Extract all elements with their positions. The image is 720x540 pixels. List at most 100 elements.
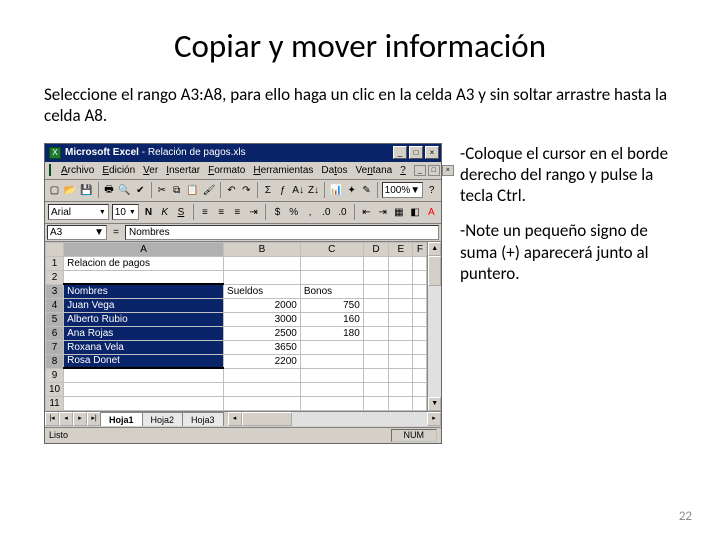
cell[interactable]	[363, 326, 388, 340]
scroll-thumb[interactable]	[428, 256, 441, 286]
cell[interactable]	[64, 368, 224, 382]
cell[interactable]	[389, 382, 413, 396]
cell[interactable]: 3000	[224, 312, 301, 326]
cell[interactable]	[300, 368, 363, 382]
row-header[interactable]: 9	[46, 368, 64, 382]
menu-edicion[interactable]: Edición	[102, 165, 135, 176]
row-header[interactable]: 6	[46, 326, 64, 340]
name-box[interactable]: A3▼	[47, 225, 107, 240]
italic-icon[interactable]: K	[158, 203, 171, 221]
cell[interactable]	[64, 396, 224, 410]
table-row[interactable]: 2	[46, 270, 427, 284]
mdi-close[interactable]: ×	[442, 165, 454, 176]
font-color-icon[interactable]: A	[425, 203, 438, 221]
cell[interactable]	[363, 298, 388, 312]
cell[interactable]	[300, 396, 363, 410]
save-icon[interactable]: 💾	[79, 181, 93, 199]
mdi-minimize[interactable]: _	[414, 165, 426, 176]
cell[interactable]	[300, 256, 363, 270]
table-row[interactable]: 9	[46, 368, 427, 382]
table-row[interactable]: 5Alberto Rubio3000160	[46, 312, 427, 326]
cell[interactable]	[413, 340, 427, 354]
cell[interactable]	[224, 396, 301, 410]
cell[interactable]	[64, 270, 224, 284]
indent-decrease-icon[interactable]: ⇤	[360, 203, 373, 221]
formula-input[interactable]: Nombres	[125, 225, 439, 240]
equals-icon[interactable]: =	[109, 227, 123, 238]
scroll-down-icon[interactable]: ▼	[428, 397, 441, 411]
cell[interactable]	[413, 284, 427, 298]
col-header-e[interactable]: E	[389, 242, 413, 256]
cell[interactable]: 180	[300, 326, 363, 340]
table-row[interactable]: 11	[46, 396, 427, 410]
increase-decimal-icon[interactable]: .0	[320, 203, 333, 221]
tab-next-icon[interactable]: ▸	[73, 412, 87, 426]
cell[interactable]: Juan Vega	[64, 298, 224, 312]
redo-icon[interactable]: ↷	[240, 181, 253, 199]
table-row[interactable]: 3NombresSueldosBonos	[46, 284, 427, 298]
indent-increase-icon[interactable]: ⇥	[376, 203, 389, 221]
cell[interactable]	[363, 256, 388, 270]
maximize-button[interactable]: □	[409, 146, 423, 159]
row-header[interactable]: 5	[46, 312, 64, 326]
undo-icon[interactable]: ↶	[225, 181, 238, 199]
align-center-icon[interactable]: ≡	[215, 203, 228, 221]
cell[interactable]	[389, 340, 413, 354]
row-header[interactable]: 2	[46, 270, 64, 284]
tab-prev-icon[interactable]: ◂	[59, 412, 73, 426]
cell[interactable]	[363, 340, 388, 354]
align-left-icon[interactable]: ≡	[198, 203, 211, 221]
hscroll-thumb[interactable]	[242, 412, 292, 426]
table-row[interactable]: 10	[46, 382, 427, 396]
cell[interactable]	[363, 270, 388, 284]
col-header-f[interactable]: F	[413, 242, 427, 256]
menu-datos[interactable]: Datos	[321, 165, 347, 176]
preview-icon[interactable]: 🔍	[117, 181, 131, 199]
table-row[interactable]: 6Ana Rojas2500180	[46, 326, 427, 340]
vertical-scrollbar[interactable]: ▲ ▼	[427, 242, 441, 411]
zoom-combo[interactable]: 100% ▼	[382, 182, 423, 198]
drawing-icon[interactable]: ✎	[360, 181, 373, 199]
print-icon[interactable]: 🖶	[102, 181, 115, 199]
cell[interactable]	[413, 256, 427, 270]
cell[interactable]	[389, 284, 413, 298]
underline-icon[interactable]: S	[174, 203, 187, 221]
table-row[interactable]: 7Roxana Vela3650	[46, 340, 427, 354]
merge-icon[interactable]: ⇥	[247, 203, 260, 221]
cell[interactable]	[413, 382, 427, 396]
fontsize-combo[interactable]: 10▼	[112, 204, 139, 220]
cell[interactable]: Bonos	[300, 284, 363, 298]
open-icon[interactable]: 📂	[63, 181, 77, 199]
row-header[interactable]: 3	[46, 284, 64, 298]
cell[interactable]: 160	[300, 312, 363, 326]
col-header-d[interactable]: D	[363, 242, 388, 256]
comma-icon[interactable]: ,	[303, 203, 316, 221]
spreadsheet-grid[interactable]: A B C D E F 1Relacion de pagos23NombresS…	[45, 242, 427, 411]
paste-icon[interactable]: 📋	[185, 181, 199, 199]
cell[interactable]: Ana Rojas	[64, 326, 224, 340]
sheet-tab-3[interactable]: Hoja3	[182, 412, 224, 426]
cell[interactable]	[389, 256, 413, 270]
cell[interactable]	[224, 382, 301, 396]
cell[interactable]: 2000	[224, 298, 301, 312]
cell[interactable]	[224, 270, 301, 284]
scroll-up-icon[interactable]: ▲	[428, 242, 441, 256]
help-icon[interactable]: ?	[425, 181, 438, 199]
new-icon[interactable]: ▢	[48, 181, 61, 199]
cell[interactable]	[363, 382, 388, 396]
fill-color-icon[interactable]: ◧	[408, 203, 421, 221]
cell[interactable]	[413, 368, 427, 382]
col-header-c[interactable]: C	[300, 242, 363, 256]
font-combo[interactable]: Arial▼	[48, 204, 109, 220]
menu-archivo[interactable]: Archivo	[61, 165, 94, 176]
menu-insertar[interactable]: Insertar	[166, 165, 200, 176]
table-row[interactable]: 1Relacion de pagos	[46, 256, 427, 270]
minimize-button[interactable]: _	[393, 146, 407, 159]
cell[interactable]	[389, 354, 413, 368]
cell[interactable]	[413, 312, 427, 326]
menu-herramientas[interactable]: Herramientas	[253, 165, 313, 176]
col-header-b[interactable]: B	[224, 242, 301, 256]
function-icon[interactable]: ƒ	[276, 181, 289, 199]
decrease-decimal-icon[interactable]: .0	[336, 203, 349, 221]
cell[interactable]	[413, 326, 427, 340]
